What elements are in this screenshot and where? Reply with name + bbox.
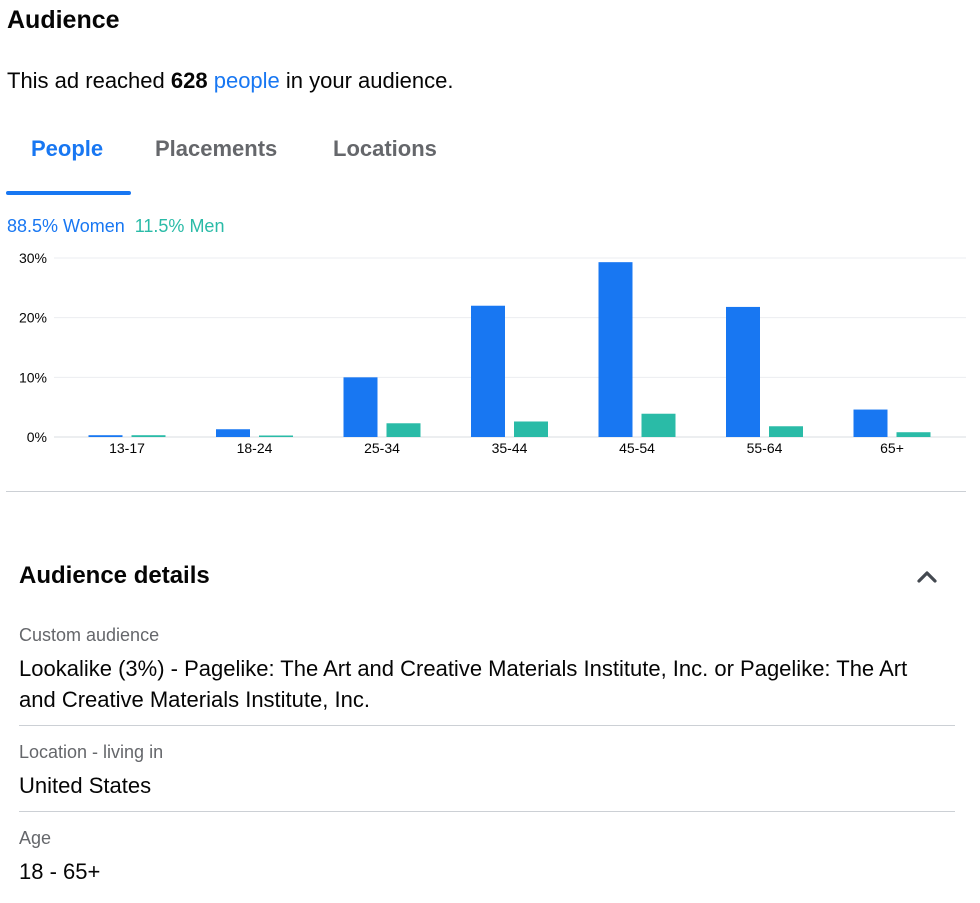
reach-count: 628: [170, 68, 208, 93]
x-tick-label: 25-34: [364, 440, 400, 456]
x-tick-label: 35-44: [492, 440, 528, 456]
age-label: Age: [19, 828, 52, 848]
details-divider: [19, 725, 955, 726]
tab-locations[interactable]: Locations: [333, 136, 437, 162]
men-bar: [641, 413, 676, 437]
y-tick-label: 20%: [19, 310, 47, 326]
women-bar: [471, 305, 505, 437]
tab-placements[interactable]: Placements: [155, 136, 277, 162]
women-bar: [216, 429, 250, 437]
summary-suffix: in your audience.: [279, 68, 454, 93]
x-tick-label: 55-64: [747, 440, 783, 456]
y-tick-label: 30%: [19, 250, 47, 266]
men-bar: [386, 423, 421, 437]
people-link[interactable]: people: [214, 68, 280, 93]
men-bar: [259, 435, 293, 437]
chevron-up-icon[interactable]: [914, 564, 940, 588]
men-share: 11.5% Men: [134, 216, 225, 236]
y-tick-label: 0%: [27, 429, 47, 445]
details-divider: [19, 811, 955, 812]
men-bar: [514, 421, 548, 437]
age-gender-bar-chart: 0% 10% 20% 30% 13-17 18-24 25-34 35-44 45-54 55-6…: [19, 250, 966, 456]
x-tick-label: 18-24: [237, 440, 273, 456]
active-tab-indicator: [6, 191, 131, 195]
custom-audience-label: Custom audience: [19, 625, 160, 645]
women-bar: [88, 435, 123, 437]
women-share: 88.5% Women: [7, 216, 125, 236]
men-bar: [131, 435, 166, 437]
women-bar: [853, 409, 888, 437]
audience-details-title: Audience details: [19, 562, 210, 589]
men-bar: [769, 426, 803, 437]
x-tick-label: 45-54: [619, 440, 655, 456]
summary-prefix: This ad reached: [7, 68, 171, 93]
age-value: 18 - 65+: [19, 859, 101, 884]
custom-audience-value: Lookalike (3%) - Pagelike: The Art and C…: [19, 656, 908, 712]
women-bar: [598, 262, 633, 437]
men-bar: [896, 432, 931, 437]
tab-people[interactable]: People: [31, 136, 103, 162]
page-title: Audience: [7, 6, 120, 34]
location-value: United States: [19, 773, 152, 798]
women-bar: [726, 306, 760, 437]
x-tick-label: 65+: [880, 440, 904, 456]
women-bar: [343, 377, 378, 437]
section-divider: [6, 491, 966, 492]
location-label: Location - living in: [19, 742, 164, 762]
gender-split: 88.5% Women 11.5% Men: [7, 216, 224, 237]
reach-summary: This ad reached 628 people in your audie…: [7, 68, 453, 94]
x-tick-label: 13-17: [109, 440, 145, 456]
y-tick-label: 10%: [19, 369, 47, 385]
